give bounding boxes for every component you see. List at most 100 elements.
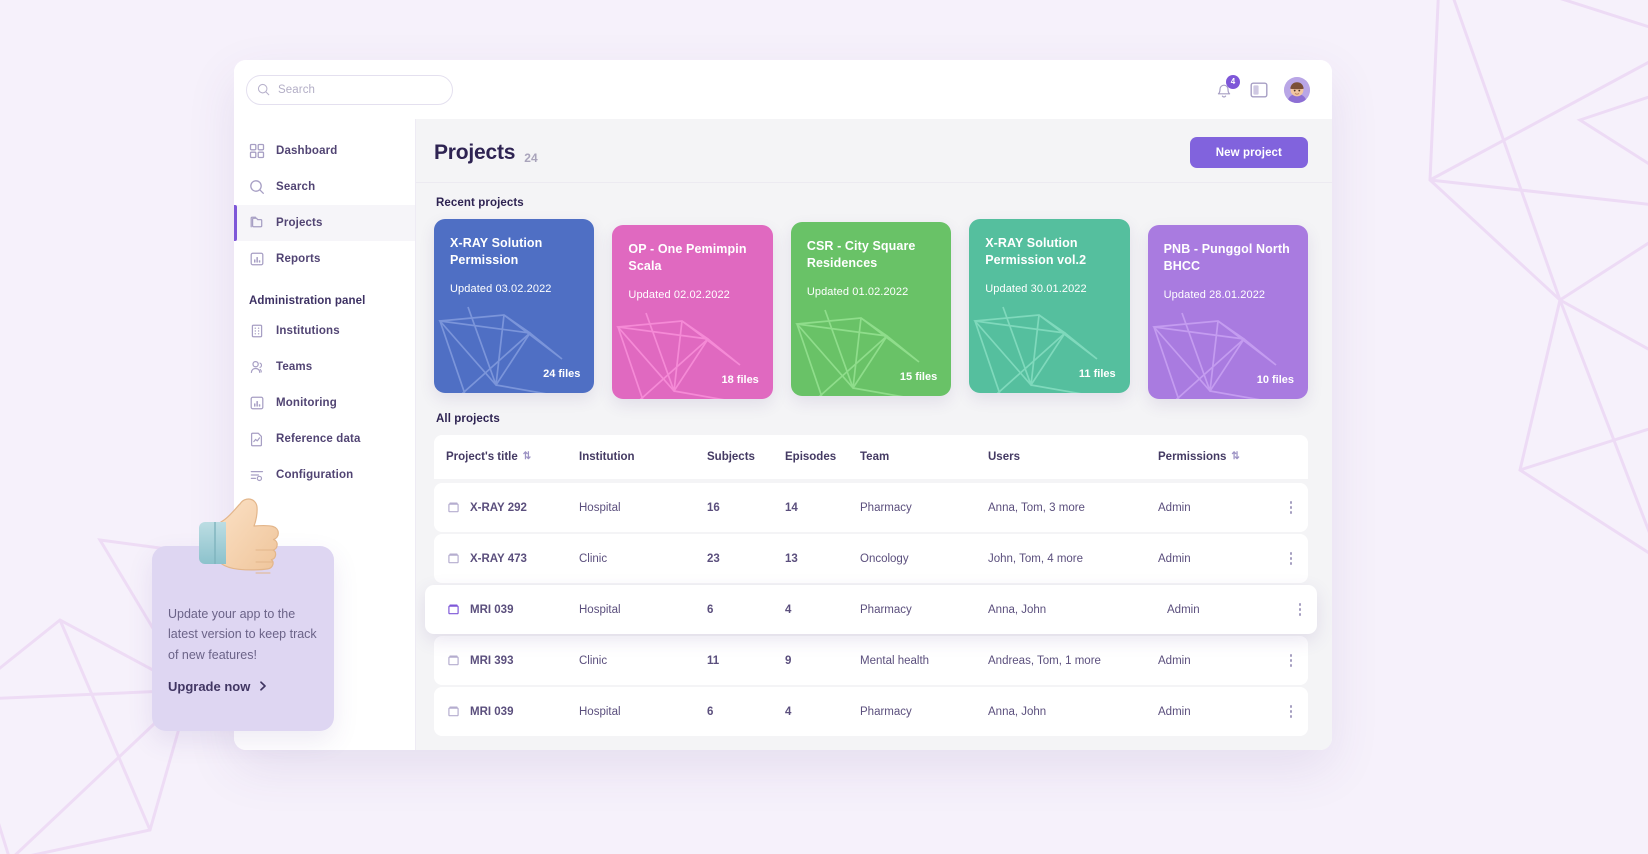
upgrade-now-link[interactable]: Upgrade now [168, 679, 318, 694]
cell-subjects: 6 [707, 603, 714, 616]
cell-permissions: Admin [1158, 705, 1191, 718]
recent-project-card[interactable]: PNB - Punggol North BHCC Updated 28.01.20… [1147, 225, 1309, 399]
row-actions-menu-button[interactable] [1276, 705, 1306, 718]
card-file-count: 10 files [1256, 374, 1295, 386]
project-title-text: X-RAY 292 [470, 501, 527, 514]
sidebar-item-label: Configuration [276, 469, 354, 481]
more-vertical-icon [1289, 552, 1293, 565]
project-title-text: MRI 039 [470, 705, 514, 718]
sidebar-item-reference-data[interactable]: Reference data [234, 421, 415, 457]
main-scroll-area: Recent projects X-RAY Solution Permissio… [416, 183, 1332, 750]
cell-team: Oncology [860, 552, 909, 565]
cell-episodes: 4 [785, 603, 792, 616]
project-count: 24 [524, 151, 538, 165]
recent-project-card[interactable]: OP - One Pemimpin Scala Updated 02.02.202… [612, 225, 773, 399]
cell-institution: Clinic [579, 654, 608, 667]
column-header-subjects: Subjects [707, 451, 755, 463]
column-label: Project's title [446, 451, 518, 463]
cell-users: Andreas, Tom, 1 more [988, 654, 1101, 667]
cell-institution: Clinic [579, 552, 608, 565]
cell-subjects: 6 [707, 705, 714, 718]
sidebar-item-label: Reference data [276, 433, 361, 445]
projects-table: Project's title ⇅ Institution Subjects E… [425, 435, 1317, 736]
sidebar-item-label: Search [276, 181, 316, 193]
more-vertical-icon [1289, 501, 1293, 514]
top-bar: Search 4 [234, 60, 1332, 119]
sidebar-item-configuration[interactable]: Configuration [234, 457, 415, 493]
folder-icon [446, 602, 461, 617]
row-actions-menu-button[interactable] [1276, 552, 1306, 565]
cell-subjects: 16 [707, 501, 720, 514]
sort-icon[interactable]: ⇅ [1231, 452, 1239, 462]
row-actions-menu-button[interactable] [1285, 603, 1315, 616]
recent-project-card[interactable]: CSR - City Square Residences Updated 01.0… [790, 222, 952, 396]
table-header-row: Project's title ⇅ Institution Subjects E… [434, 435, 1308, 479]
table-row[interactable]: MRI 393 Clinic 11 9 Mental health Andreas, To… [434, 636, 1308, 685]
cell-permissions: Admin [1167, 603, 1200, 616]
user-avatar[interactable] [1284, 76, 1310, 103]
search-icon [257, 83, 270, 96]
app-body: Dashboard Search Projects Reports Admini… [234, 119, 1332, 750]
cell-project-title: X-RAY 473 [446, 551, 579, 566]
new-project-button[interactable]: New project [1189, 137, 1308, 168]
card-file-count: 15 files [899, 371, 938, 383]
column-header-title[interactable]: Project's title ⇅ [446, 451, 579, 463]
sidebar-item-search[interactable]: Search [234, 169, 415, 205]
table-row[interactable]: MRI 039 Hospital 6 4 Pharmacy Anna, John Admin [434, 687, 1308, 736]
recent-project-card[interactable]: X-RAY Solution Permission Updated 03.02.2… [434, 219, 595, 393]
project-title-text: MRI 039 [470, 603, 514, 616]
column-header-permissions[interactable]: Permissions ⇅ [1158, 451, 1276, 463]
sliders-icon [249, 467, 265, 483]
folder-icon [446, 500, 461, 515]
cell-project-title: MRI 039 [446, 602, 579, 617]
line-chart-file-icon [249, 431, 265, 447]
table-row[interactable]: MRI 039 Hospital 6 4 Pharmacy Anna, John Admin [425, 585, 1317, 634]
row-actions-menu-button[interactable] [1276, 654, 1306, 667]
column-header-users: Users [988, 451, 1020, 463]
table-row[interactable]: X-RAY 473 Clinic 23 13 Oncology John, Tom, 4 … [434, 534, 1308, 583]
more-vertical-icon [1298, 603, 1302, 616]
sidebar-item-projects[interactable]: Projects [234, 205, 415, 241]
sidebar-section-title: Administration panel [249, 295, 366, 307]
card-title: CSR - City Square Residences [806, 239, 916, 270]
sidebar-item-institutions[interactable]: Institutions [234, 313, 415, 349]
notifications-button[interactable]: 4 [1214, 74, 1240, 100]
page-header: Projects 24 New project [416, 119, 1332, 183]
bar-chart-icon [249, 395, 265, 411]
card-updated: Updated 01.02.2022 [806, 285, 909, 298]
row-actions-menu-button[interactable] [1276, 501, 1306, 514]
card-updated: Updated 28.01.2022 [1163, 288, 1266, 301]
sidebar-item-teams[interactable]: Teams [234, 349, 415, 385]
sidebar-item-reports[interactable]: Reports [234, 241, 415, 277]
card-updated: Updated 03.02.2022 [450, 282, 552, 295]
sidebar-item-monitoring[interactable]: Monitoring [234, 385, 415, 421]
card-title: X-RAY Solution Permission [450, 236, 543, 267]
cell-team: Pharmacy [860, 603, 912, 616]
cell-project-title: MRI 039 [446, 704, 579, 719]
cell-subjects: 11 [707, 654, 720, 667]
side-panel-icon[interactable] [1250, 81, 1268, 99]
sidebar-item-label: Dashboard [276, 145, 338, 157]
bar-chart-icon [249, 251, 265, 267]
cell-episodes: 4 [785, 705, 792, 718]
sidebar-item-label: Monitoring [276, 397, 337, 409]
upgrade-now-label: Upgrade now [168, 678, 251, 694]
notification-badge: 4 [1226, 74, 1240, 89]
search-input[interactable]: Search [246, 74, 453, 105]
recent-projects-list: X-RAY Solution Permission Updated 03.02.2… [434, 219, 1309, 399]
folder-icon [446, 704, 461, 719]
cell-permissions: Admin [1158, 501, 1191, 514]
cell-users: Anna, Tom, 3 more [988, 501, 1085, 514]
table-row[interactable]: X-RAY 292 Hospital 16 14 Pharmacy Anna, Tom, … [434, 483, 1308, 532]
column-header-team: Team [860, 451, 890, 463]
recent-project-card[interactable]: X-RAY Solution Permission vol.2 Updated 3… [969, 219, 1130, 393]
project-title-text: MRI 393 [470, 654, 514, 667]
cell-project-title: MRI 393 [446, 653, 579, 668]
page-title: Projects [434, 140, 516, 164]
cell-institution: Hospital [579, 705, 621, 718]
sidebar-item-dashboard[interactable]: Dashboard [234, 133, 415, 169]
card-title: X-RAY Solution Permission vol.2 [985, 236, 1087, 267]
sort-icon[interactable]: ⇅ [523, 452, 531, 462]
cell-subjects: 23 [707, 552, 720, 565]
card-updated: Updated 30.01.2022 [985, 282, 1087, 295]
